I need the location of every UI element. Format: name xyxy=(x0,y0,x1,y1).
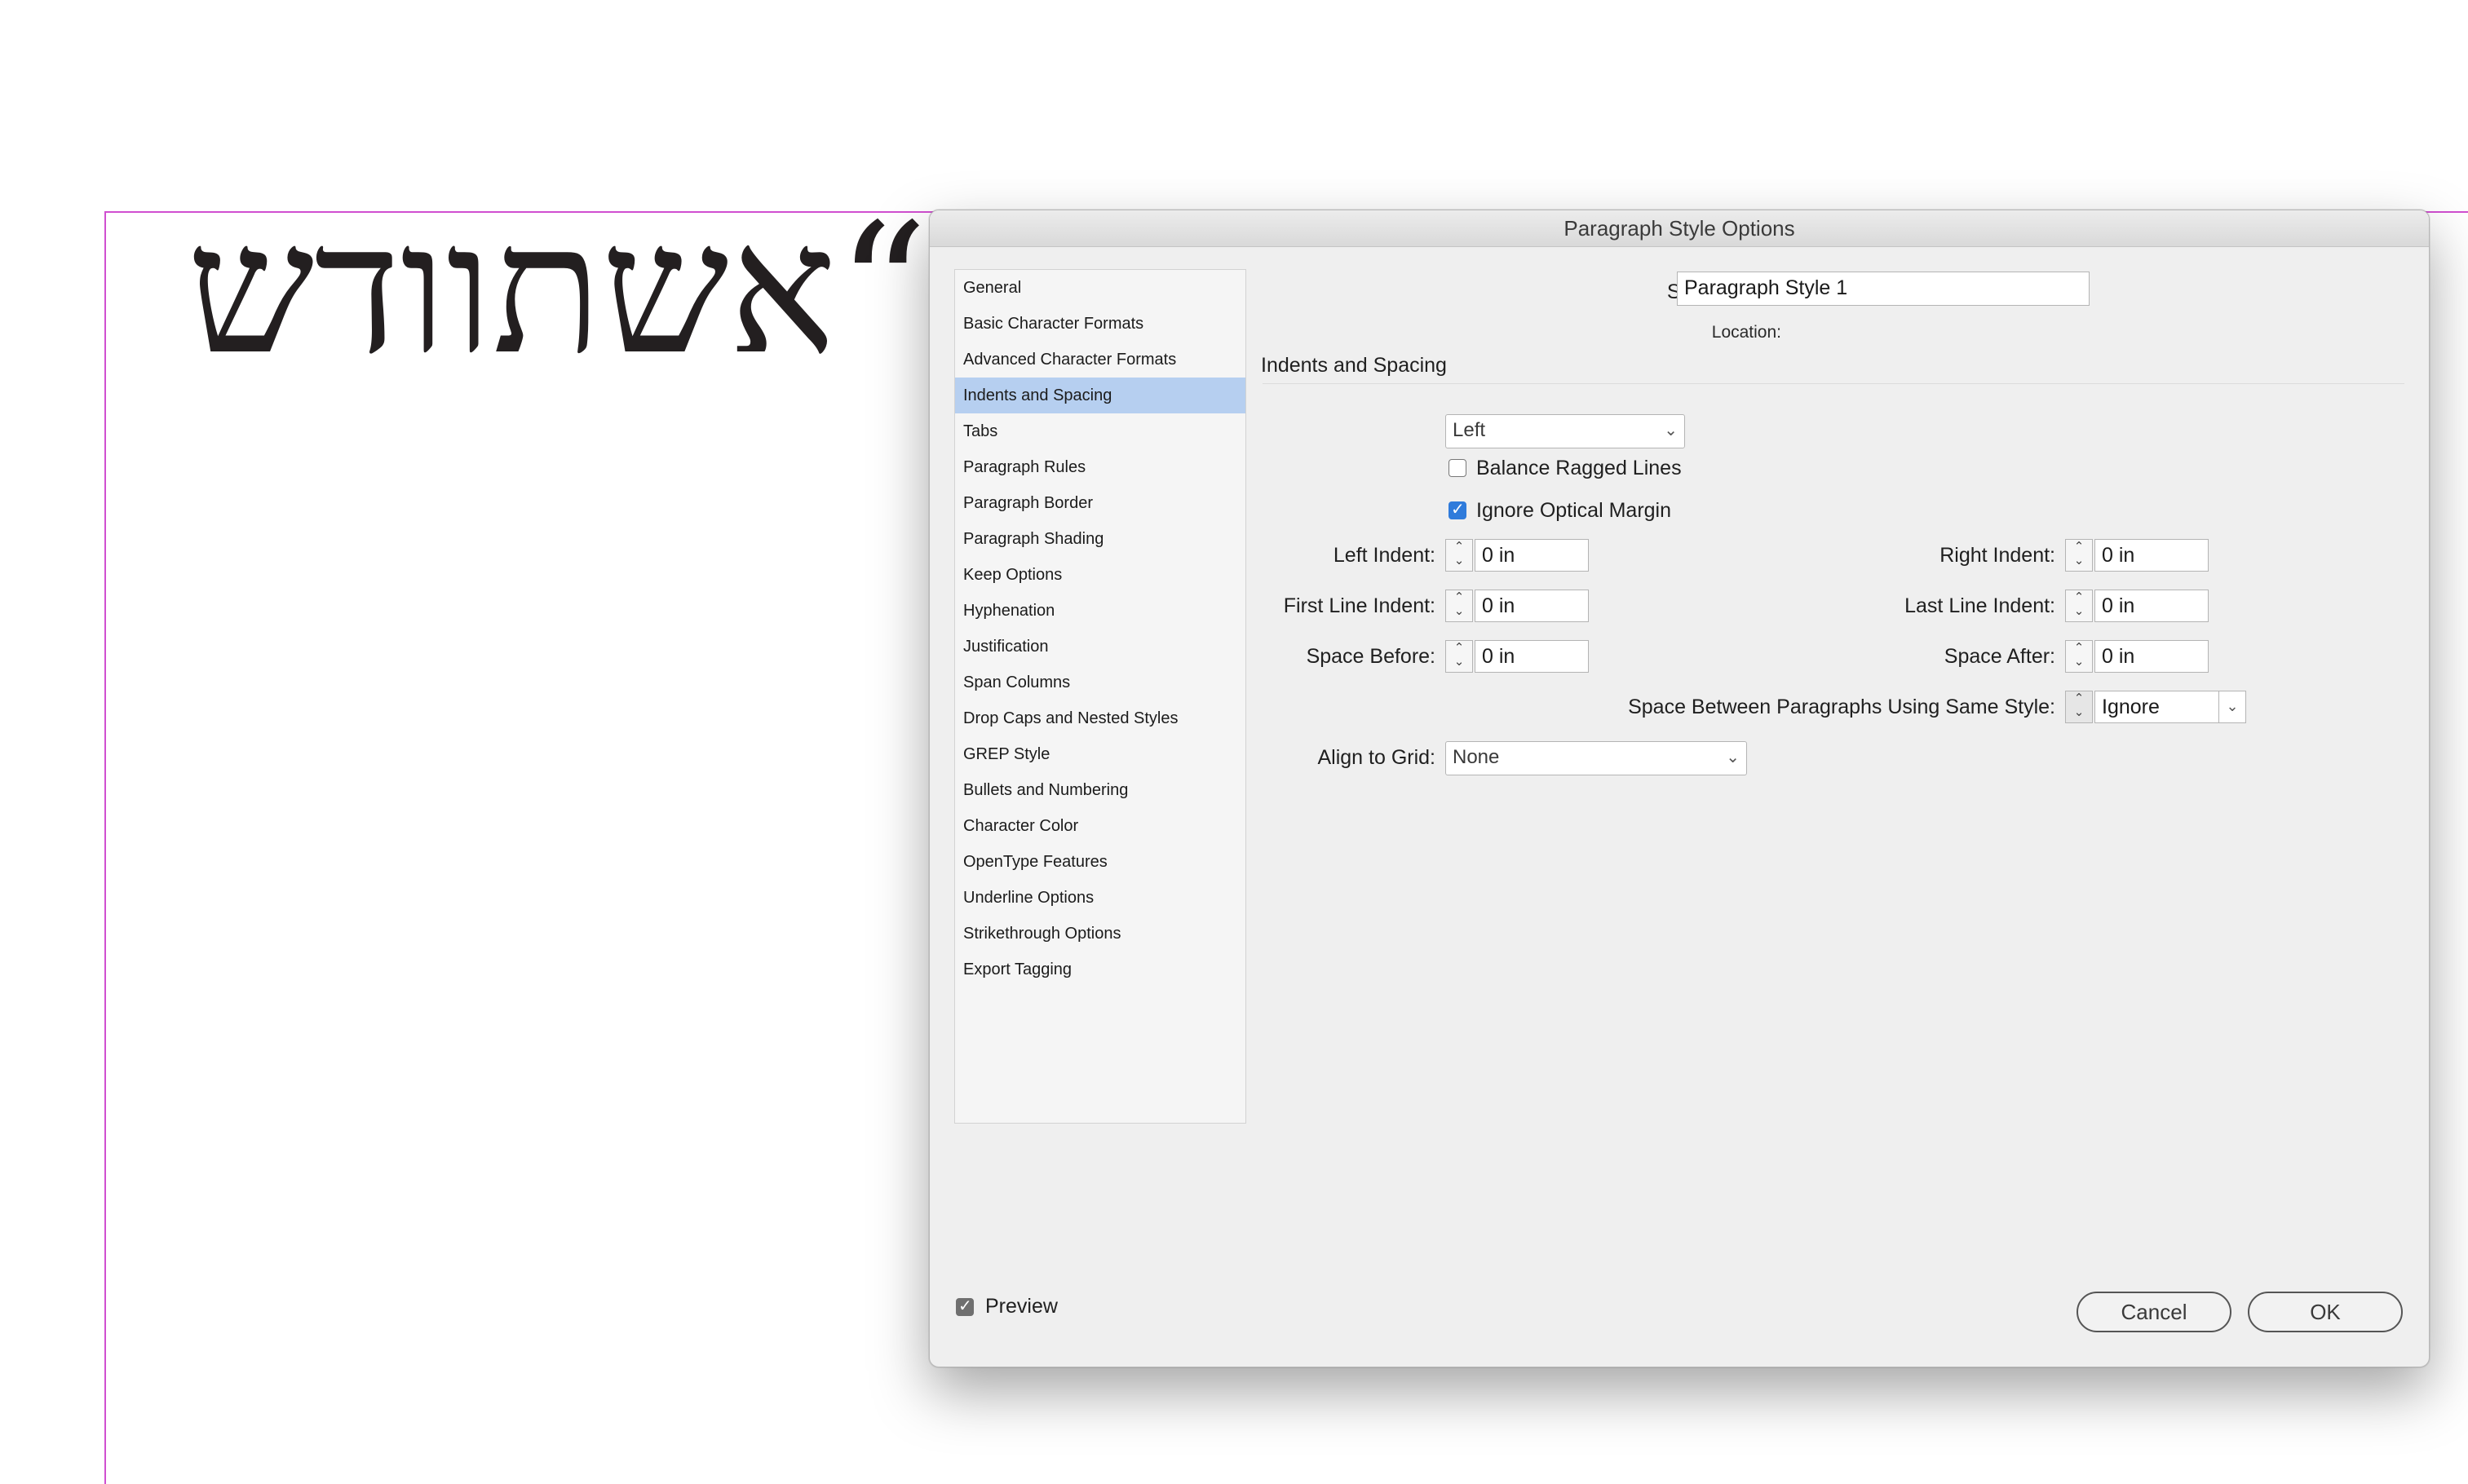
sidebar-item-advanced-character-formats[interactable]: Advanced Character Formats xyxy=(955,342,1245,378)
sidebar-item-general[interactable]: General xyxy=(955,270,1245,306)
space-after-field[interactable]: 0 in xyxy=(2094,640,2209,673)
align-to-grid-value: None xyxy=(1453,746,1500,768)
first-line-indent-field[interactable]: 0 in xyxy=(1475,590,1589,622)
chevron-down-icon[interactable]: ⌄ xyxy=(2218,691,2246,723)
right-indent-stepper[interactable]: ⌃ ⌄ 0 in xyxy=(2065,539,2209,572)
last-line-indent-label: Last Line Indent: xyxy=(1904,594,2055,617)
section-divider xyxy=(1263,383,2404,384)
stepper-arrows-icon[interactable]: ⌃ ⌄ xyxy=(2065,590,2093,622)
sidebar-item-underline-options[interactable]: Underline Options xyxy=(955,880,1245,916)
section-title: Indents and Spacing xyxy=(1261,354,1447,377)
align-to-grid-label: Align to Grid: xyxy=(1317,746,1435,769)
cancel-button[interactable]: Cancel xyxy=(2077,1292,2231,1332)
space-between-paragraphs-field[interactable]: Ignore xyxy=(2094,691,2220,723)
stepper-arrows-icon[interactable]: ⌃ ⌄ xyxy=(1445,640,1473,673)
sidebar-item-strikethrough-options[interactable]: Strikethrough Options xyxy=(955,916,1245,952)
sidebar-item-paragraph-rules[interactable]: Paragraph Rules xyxy=(955,449,1245,485)
sidebar-item-bullets-and-numbering[interactable]: Bullets and Numbering xyxy=(955,772,1245,808)
stepper-arrows-icon[interactable]: ⌃ ⌄ xyxy=(2065,691,2093,723)
chevron-down-icon: ⌄ xyxy=(1664,422,1678,439)
chevron-down-icon: ⌄ xyxy=(1726,749,1740,766)
checkmark-icon: ✓ xyxy=(958,1297,972,1315)
space-between-paragraphs-control[interactable]: ⌃ ⌄ Ignore ⌄ xyxy=(2065,691,2249,723)
first-line-indent-label: First Line Indent: xyxy=(1283,594,1435,617)
checkmark-icon: ✓ xyxy=(1451,501,1465,519)
sidebar-item-drop-caps-nested-styles[interactable]: Drop Caps and Nested Styles xyxy=(955,700,1245,736)
ignore-optical-margin-checkbox[interactable]: ✓ xyxy=(1449,501,1466,519)
left-indent-stepper[interactable]: ⌃ ⌄ 0 in xyxy=(1445,539,1589,572)
preview-checkbox[interactable]: ✓ xyxy=(956,1297,974,1316)
align-to-grid-dropdown[interactable]: None ⌄ xyxy=(1445,741,1747,775)
ignore-optical-margin-label: Ignore Optical Margin xyxy=(1476,499,1672,522)
left-indent-field[interactable]: 0 in xyxy=(1475,539,1589,572)
style-name-field[interactable]: Paragraph Style 1 xyxy=(1677,272,2090,306)
paragraph-style-options-dialog: Paragraph Style Options General Basic Ch… xyxy=(929,210,2430,1367)
preview-label: Preview xyxy=(985,1295,1058,1318)
right-indent-field[interactable]: 0 in xyxy=(2094,539,2209,572)
first-line-indent-stepper[interactable]: ⌃ ⌄ 0 in xyxy=(1445,590,1589,622)
sidebar-item-paragraph-border[interactable]: Paragraph Border xyxy=(955,485,1245,521)
alignment-value: Left xyxy=(1453,419,1486,441)
left-indent-label: Left Indent: xyxy=(1333,544,1435,567)
sidebar-item-indents-and-spacing[interactable]: Indents and Spacing xyxy=(955,378,1245,413)
stepper-arrows-icon[interactable]: ⌃ ⌄ xyxy=(2065,539,2093,572)
document-text-frame[interactable]: “אשתוודש xyxy=(104,179,928,400)
last-line-indent-stepper[interactable]: ⌃ ⌄ 0 in xyxy=(2065,590,2209,622)
location-label: Location: xyxy=(1711,323,1781,342)
stepper-arrows-icon[interactable]: ⌃ ⌄ xyxy=(2065,640,2093,673)
stepper-arrows-icon[interactable]: ⌃ ⌄ xyxy=(1445,539,1473,572)
balance-ragged-lines-checkbox[interactable] xyxy=(1449,459,1466,477)
sidebar-item-character-color[interactable]: Character Color xyxy=(955,808,1245,844)
dialog-title: Paragraph Style Options xyxy=(930,210,2429,247)
sidebar-item-tabs[interactable]: Tabs xyxy=(955,413,1245,449)
sidebar-item-basic-character-formats[interactable]: Basic Character Formats xyxy=(955,306,1245,342)
space-before-stepper[interactable]: ⌃ ⌄ 0 in xyxy=(1445,640,1589,673)
sidebar-item-export-tagging[interactable]: Export Tagging xyxy=(955,952,1245,987)
balance-ragged-lines-label: Balance Ragged Lines xyxy=(1476,457,1682,479)
page-margin-left-guide xyxy=(104,211,106,1484)
last-line-indent-field[interactable]: 0 in xyxy=(2094,590,2209,622)
space-after-label: Space After: xyxy=(1944,645,2055,668)
space-before-field[interactable]: 0 in xyxy=(1475,640,1589,673)
space-before-label: Space Before: xyxy=(1306,645,1435,668)
alignment-dropdown[interactable]: Left ⌄ xyxy=(1445,414,1685,448)
right-indent-label: Right Indent: xyxy=(1939,544,2055,567)
space-between-paragraphs-label: Space Between Paragraphs Using Same Styl… xyxy=(1628,696,2055,718)
stepper-arrows-icon[interactable]: ⌃ ⌄ xyxy=(1445,590,1473,622)
ok-button[interactable]: OK xyxy=(2248,1292,2403,1332)
space-after-stepper[interactable]: ⌃ ⌄ 0 in xyxy=(2065,640,2209,673)
category-list: General Basic Character Formats Advanced… xyxy=(954,269,1246,1124)
sidebar-item-opentype-features[interactable]: OpenType Features xyxy=(955,844,1245,880)
